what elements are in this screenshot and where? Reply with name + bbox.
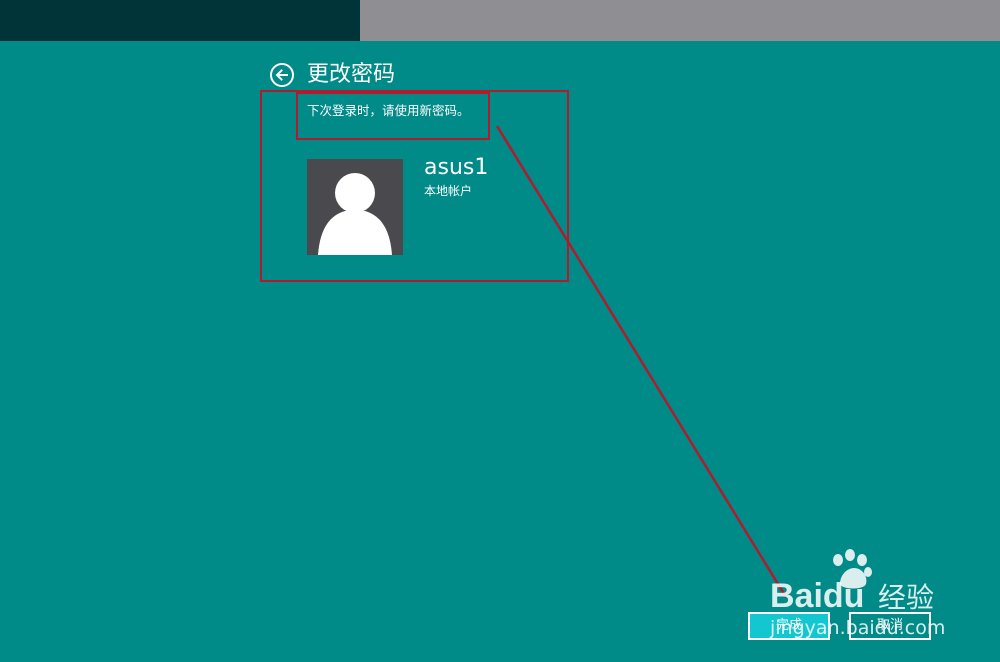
user-silhouette-icon — [318, 173, 392, 255]
account-name: asus1 — [424, 155, 489, 180]
paw-logo-icon — [833, 549, 872, 589]
back-arrow-icon — [275, 69, 288, 81]
change-password-screen: 更改密码 下次登录时，请使用新密码。 asus1 本地帐户 完成 取消 Baid… — [0, 0, 1000, 662]
watermark-brand: Baidu — [770, 576, 864, 616]
finish-button[interactable]: 完成 — [748, 612, 830, 640]
back-button[interactable] — [270, 63, 294, 87]
top-left-bar — [0, 0, 360, 41]
avatar — [307, 159, 403, 255]
watermark-brand-cn: 经验 — [878, 581, 935, 614]
instruction-text: 下次登录时，请使用新密码。 — [307, 103, 470, 118]
top-right-bar — [360, 0, 1000, 41]
page-title: 更改密码 — [307, 62, 396, 87]
cancel-button[interactable]: 取消 — [849, 612, 931, 640]
account-type: 本地帐户 — [424, 184, 473, 198]
annotation-pointer-line — [495, 125, 788, 598]
watermark-brand-text: Baidu — [770, 577, 865, 615]
